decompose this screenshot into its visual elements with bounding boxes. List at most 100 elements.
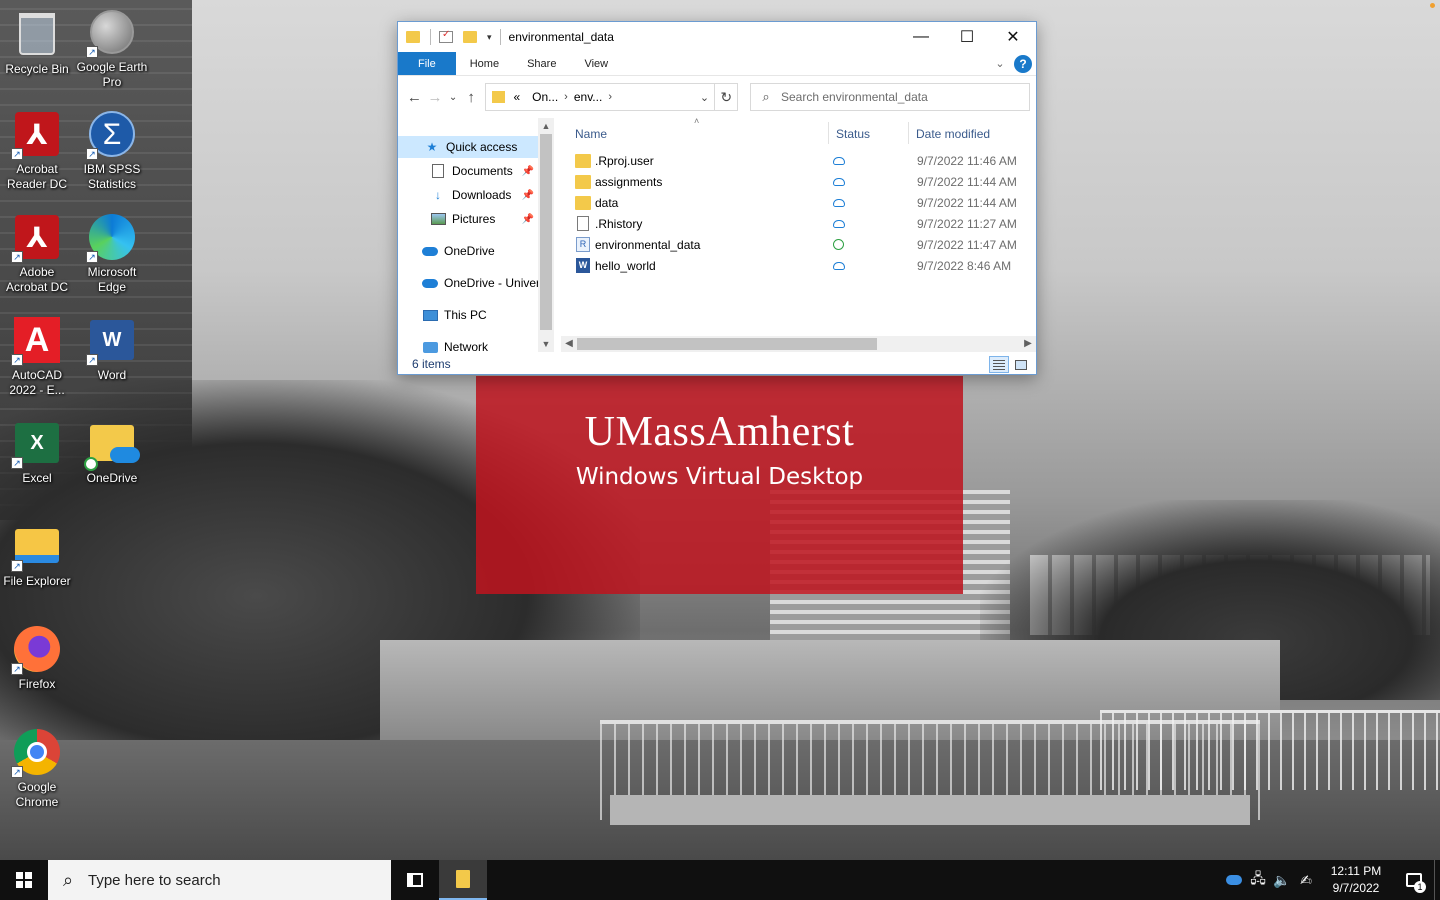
folder-icon: [406, 31, 420, 43]
close-button[interactable]: ✕: [990, 22, 1036, 52]
scroll-up-icon[interactable]: ▲: [538, 118, 554, 134]
chevron-down-icon[interactable]: ⌄: [694, 91, 714, 104]
scroll-down-icon[interactable]: ▼: [538, 336, 554, 352]
desktop-icon-label: Word: [97, 368, 127, 382]
desktop-icon-file-explorer[interactable]: ↗ File Explorer: [0, 522, 75, 589]
clock-date: 9/7/2022: [1332, 881, 1380, 895]
pin-icon: 📌: [521, 213, 534, 225]
onedrive-tray-icon[interactable]: [1222, 860, 1246, 900]
ribbon-tabs: File Home Share View ⌄ ?: [398, 52, 1036, 76]
desktop-icon-word[interactable]: W ↗ Word: [74, 316, 150, 383]
file-row[interactable]: Whello_world 9/7/2022 8:46 AM: [561, 255, 1036, 276]
desktop-icon-edge[interactable]: ↗ Microsoft Edge: [74, 213, 150, 295]
nav-pictures[interactable]: Pictures 📌: [430, 208, 538, 230]
onedrive-cloud-icon: [422, 244, 438, 258]
nav-scrollbar[interactable]: ▲ ▼: [538, 118, 554, 352]
network-icon[interactable]: 🖧: [1246, 860, 1270, 900]
chevron-right-icon[interactable]: ›: [564, 91, 568, 103]
scroll-left-icon[interactable]: ◀: [561, 336, 577, 352]
forward-arrow-icon[interactable]: →: [425, 89, 446, 106]
column-header-status[interactable]: Status: [836, 124, 906, 144]
wallpaper-bridge-deck: [610, 795, 1250, 825]
tab-share[interactable]: Share: [513, 52, 570, 75]
address-bar[interactable]: « On... › env... › ⌄: [485, 83, 716, 111]
minimize-button[interactable]: —: [898, 22, 944, 52]
maximize-button[interactable]: ☐: [944, 22, 990, 52]
desktop-icon-chrome[interactable]: ↗ Google Chrome: [0, 728, 75, 810]
customize-toolbar-icon[interactable]: ▾: [487, 32, 492, 43]
desktop-icon-acrobat-reader[interactable]: ⅄ ↗ Acrobat Reader DC: [0, 110, 75, 192]
help-icon[interactable]: ?: [1014, 55, 1032, 73]
shortcut-arrow-icon: ↗: [11, 354, 23, 366]
properties-icon[interactable]: [439, 29, 453, 43]
file-date: 9/7/2022 11:44 AM: [917, 174, 1017, 189]
column-divider[interactable]: [908, 122, 909, 144]
file-date: 9/7/2022 8:46 AM: [917, 258, 1012, 273]
nav-downloads[interactable]: ↓ Downloads 📌: [430, 184, 538, 206]
desktop-icon-firefox[interactable]: ↗ Firefox: [0, 625, 75, 692]
column-divider[interactable]: [828, 122, 829, 144]
file-row[interactable]: .Rproj.user 9/7/2022 11:46 AM: [561, 150, 1036, 171]
wallpaper-railing-right: [1100, 710, 1440, 790]
shortcut-arrow-icon: ↗: [11, 251, 23, 263]
nav-quick-access[interactable]: ★ Quick access: [398, 136, 538, 158]
column-header-date[interactable]: Date modified: [916, 124, 1026, 144]
window-titlebar[interactable]: ▾ environmental_data — ☐ ✕: [398, 22, 1036, 52]
nav-documents[interactable]: Documents 📌: [430, 160, 538, 182]
clock[interactable]: 12:11 PM 9/7/2022: [1318, 863, 1394, 897]
tab-file[interactable]: File: [398, 52, 456, 75]
start-button[interactable]: [0, 860, 48, 900]
desktop-icon-onedrive[interactable]: OneDrive: [74, 419, 150, 486]
nav-this-pc[interactable]: This PC: [422, 304, 538, 326]
cloud-status-icon: [833, 177, 845, 186]
desktop-icon-recycle-bin[interactable]: Recycle Bin: [0, 10, 75, 77]
desktop-icon-autocad[interactable]: A ↗ AutoCAD 2022 - E...: [0, 316, 75, 398]
breadcrumb-env[interactable]: env...: [574, 90, 602, 104]
nav-label: Pictures: [452, 212, 496, 226]
scroll-thumb[interactable]: [577, 338, 877, 350]
show-desktop-button[interactable]: [1434, 860, 1440, 900]
pen-icon[interactable]: ✍: [1294, 860, 1318, 900]
details-view-icon: [993, 359, 1005, 370]
breadcrumb-onedrive[interactable]: On...: [532, 90, 558, 104]
file-list: ˄ Name Status Date modified .Rproj.user …: [561, 116, 1036, 358]
back-arrow-icon[interactable]: ←: [404, 89, 425, 106]
task-view-button[interactable]: [391, 860, 439, 900]
volume-icon[interactable]: 🔈: [1270, 860, 1294, 900]
nav-onedrive[interactable]: OneDrive: [422, 240, 538, 262]
address-overflow[interactable]: «: [513, 90, 520, 104]
column-header-name[interactable]: Name: [575, 124, 825, 144]
scroll-right-icon[interactable]: ▶: [1020, 336, 1036, 352]
desktop-icon-excel[interactable]: X ↗ Excel: [0, 419, 75, 486]
details-view-button[interactable]: [989, 356, 1009, 373]
recent-locations-icon[interactable]: ⌄: [445, 92, 461, 103]
desktop-icon-spss[interactable]: Σ ↗ IBM SPSS Statistics: [74, 110, 150, 192]
umass-subtitle: Windows Virtual Desktop: [575, 464, 864, 490]
desktop-icon-google-earth[interactable]: ↗ Google Earth Pro: [74, 8, 150, 90]
tab-home[interactable]: Home: [456, 52, 513, 75]
nav-onedrive-university[interactable]: OneDrive - Univer: [422, 272, 538, 294]
chevron-right-icon[interactable]: ›: [608, 91, 612, 103]
item-count: 6 items: [412, 357, 451, 371]
taskbar-search-input[interactable]: ⌕ Type here to search: [48, 860, 391, 900]
refresh-icon[interactable]: ↻: [715, 83, 738, 111]
large-icons-view-button[interactable]: [1011, 356, 1031, 373]
file-row[interactable]: assignments 9/7/2022 11:44 AM: [561, 171, 1036, 192]
up-arrow-icon[interactable]: ↑: [461, 89, 482, 106]
new-folder-icon[interactable]: [463, 31, 477, 43]
clock-time: 12:11 PM: [1330, 864, 1382, 878]
file-row[interactable]: Renvironmental_data 9/7/2022 11:47 AM: [561, 234, 1036, 255]
cloud-status-icon: [833, 198, 845, 207]
taskbar-file-explorer[interactable]: [439, 860, 487, 900]
file-list-scrollbar[interactable]: ◀ ▶: [561, 336, 1036, 352]
file-row[interactable]: data 9/7/2022 11:44 AM: [561, 192, 1036, 213]
tab-view[interactable]: View: [570, 52, 622, 75]
expand-ribbon-icon[interactable]: ⌄: [990, 52, 1010, 75]
scroll-thumb[interactable]: [540, 134, 552, 330]
action-center-button[interactable]: 1: [1394, 860, 1434, 900]
file-row[interactable]: .Rhistory 9/7/2022 11:27 AM: [561, 213, 1036, 234]
search-input[interactable]: ⌕ Search environmental_data: [749, 83, 1030, 111]
shortcut-arrow-icon: ↗: [11, 148, 23, 160]
desktop-icon-adobe-acrobat[interactable]: ⅄ ↗ Adobe Acrobat DC: [0, 213, 75, 295]
pin-icon: 📌: [521, 189, 534, 201]
